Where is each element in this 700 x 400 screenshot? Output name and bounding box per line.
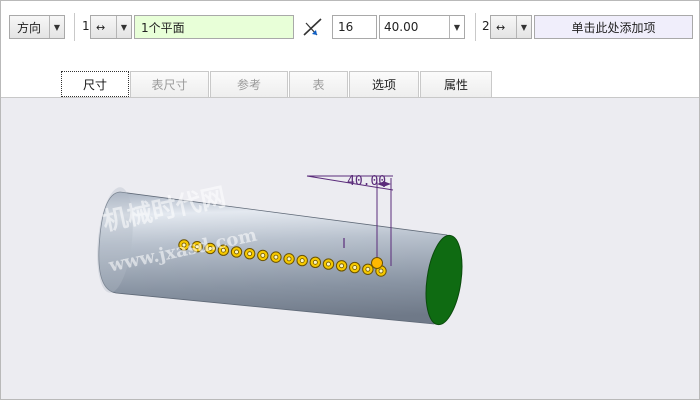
pattern-hole-center: [299, 258, 305, 264]
direction-dropdown[interactable]: 方向 ▼: [9, 15, 65, 39]
pattern-hole-center: [365, 266, 371, 272]
pattern-hole-center: [378, 268, 384, 274]
spacing-value-dropdown[interactable]: 40.00 ▼: [379, 15, 465, 39]
pattern-count-input[interactable]: 16: [332, 15, 377, 39]
section2-number: 2: [482, 19, 490, 33]
pattern-anchor-hole[interactable]: [371, 257, 383, 269]
window-frame: 方向 ▼ 1 ↔ ▼ 1个平面 16 40.00 ▼ 2 ↔ ▼ 单击此处添加项…: [0, 0, 700, 400]
tab-tables[interactable]: 表: [289, 71, 348, 97]
toolbar-separator: [475, 13, 476, 41]
tab-label: 参考: [236, 78, 261, 92]
graphics-viewport[interactable]: 40.00 机械时代网 www.jxasd.com: [1, 98, 699, 399]
add-item-button[interactable]: 单击此处添加项: [534, 15, 693, 39]
section1-direction-dropdown[interactable]: ↔ ▼: [90, 15, 132, 39]
pattern-hole-center: [326, 261, 331, 267]
dashboard-toolbar: 方向 ▼ 1 ↔ ▼ 1个平面 16 40.00 ▼ 2 ↔ ▼ 单击此处添加项…: [1, 1, 699, 98]
tab-dimensions[interactable]: 尺寸: [61, 71, 129, 97]
flip-direction-icon[interactable]: [301, 15, 325, 39]
tab-table-dimensions[interactable]: 表尺寸: [130, 71, 209, 97]
pattern-hole-center: [339, 263, 345, 269]
tab-label: 属性: [443, 78, 468, 92]
pattern-hole-center: [352, 265, 358, 270]
chevron-down-icon[interactable]: ▼: [516, 16, 531, 38]
chevron-down-icon[interactable]: ▼: [49, 16, 64, 38]
section2-direction-dropdown[interactable]: ↔ ▼: [490, 15, 532, 39]
tab-label: 表尺寸: [151, 78, 188, 92]
tab-label: 选项: [371, 78, 396, 92]
direction-label: 方向: [17, 20, 42, 35]
pattern-count-value: 16: [338, 20, 354, 34]
dimension-value[interactable]: 40.00: [347, 174, 386, 189]
spacing-value: 40.00: [384, 20, 419, 34]
model-canvas[interactable]: 40.00: [1, 98, 699, 399]
chevron-down-icon[interactable]: ▼: [116, 16, 131, 38]
pattern-hole-center: [234, 249, 239, 255]
section1-number: 1: [82, 19, 90, 33]
reference-collector-field[interactable]: 1个平面: [134, 15, 294, 39]
reference-field-text: 1个平面: [141, 20, 185, 35]
double-arrow-icon: ↔: [496, 20, 505, 34]
pattern-hole-center: [312, 259, 318, 265]
chevron-down-icon[interactable]: ▼: [449, 16, 464, 38]
tab-properties[interactable]: 属性: [420, 71, 492, 97]
add-item-label: 单击此处添加项: [571, 20, 656, 35]
tab-label: 表: [312, 78, 325, 92]
pattern-hole-center: [286, 256, 292, 262]
toolbar-row: 方向 ▼ 1 ↔ ▼ 1个平面 16 40.00 ▼ 2 ↔ ▼ 单击此处添加项: [1, 1, 699, 45]
double-arrow-icon: ↔: [96, 20, 105, 34]
pattern-hole-center: [247, 251, 253, 257]
pattern-hole-center: [273, 254, 279, 260]
pattern-hole-center: [260, 252, 266, 258]
tab-references[interactable]: 参考: [210, 71, 288, 97]
toolbar-separator: [74, 13, 75, 41]
tab-options[interactable]: 选项: [349, 71, 419, 97]
tab-label: 尺寸: [82, 77, 107, 92]
